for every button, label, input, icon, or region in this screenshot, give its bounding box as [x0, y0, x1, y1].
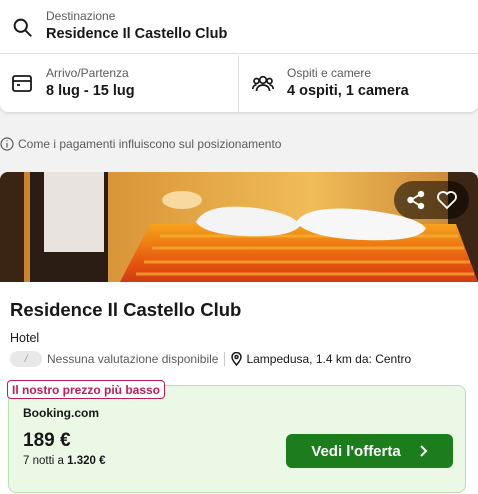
- total-price-line: 7 notti a 1.320 €: [23, 455, 106, 467]
- lowest-price-tag: Il nostro prezzo più basso: [7, 380, 166, 399]
- favorite-button[interactable]: [434, 187, 460, 213]
- rating-location-row: / Nessuna valutazione disponibile Lamped…: [10, 350, 411, 368]
- guests-field[interactable]: Ospiti e camere 4 ospiti, 1 camera: [239, 55, 478, 112]
- search-icon: [13, 18, 32, 37]
- destination-field[interactable]: Destinazione Residence Il Castello Club: [0, 0, 478, 54]
- dates-field[interactable]: Arrivo/Partenza 8 lug - 15 lug: [0, 55, 239, 112]
- provider-name: Booking.com: [23, 406, 100, 420]
- location-text[interactable]: Lampedusa, 1.4 km da: Centro: [246, 352, 411, 366]
- rating-pill: /: [10, 351, 42, 367]
- guests-label: Ospiti e camere: [287, 66, 372, 80]
- chevron-right-icon: [419, 445, 428, 457]
- nights-text: 7 notti a: [23, 455, 64, 467]
- destination-label: Destinazione: [46, 9, 116, 23]
- hotel-name[interactable]: Residence Il Castello Club: [10, 299, 241, 321]
- view-deal-label: Vedi l'offerta: [311, 442, 401, 460]
- photo-actions: [394, 181, 469, 219]
- heart-icon: [437, 191, 458, 210]
- rating-text: Nessuna valutazione disponibile: [47, 352, 219, 366]
- dates-value: 8 lug - 15 lug: [46, 83, 135, 99]
- dates-label: Arrivo/Partenza: [46, 66, 129, 80]
- destination-value: Residence Il Castello Club: [46, 26, 228, 42]
- share-button[interactable]: [403, 187, 429, 213]
- nightly-price: 189 €: [23, 430, 71, 451]
- guests-value: 4 ospiti, 1 camera: [287, 83, 409, 99]
- payment-ranking-info-link[interactable]: Come i pagamenti influiscono sul posizio…: [0, 136, 281, 152]
- hotel-type: Hotel: [10, 331, 40, 345]
- share-icon: [407, 190, 424, 210]
- guests-icon: [252, 75, 274, 92]
- hotel-result-card[interactable]: Residence Il Castello Club Hotel / Nessu…: [0, 172, 478, 494]
- info-icon: [0, 137, 14, 151]
- calendar-icon: [12, 75, 32, 92]
- search-summary: Destinazione Residence Il Castello Club …: [0, 0, 478, 112]
- total-price: 1.320 €: [67, 455, 106, 467]
- location-pin-icon: [231, 352, 243, 366]
- view-deal-button[interactable]: Vedi l'offerta: [286, 434, 453, 468]
- divider: [224, 352, 226, 366]
- info-text: Come i pagamenti influiscono sul posizio…: [18, 137, 282, 151]
